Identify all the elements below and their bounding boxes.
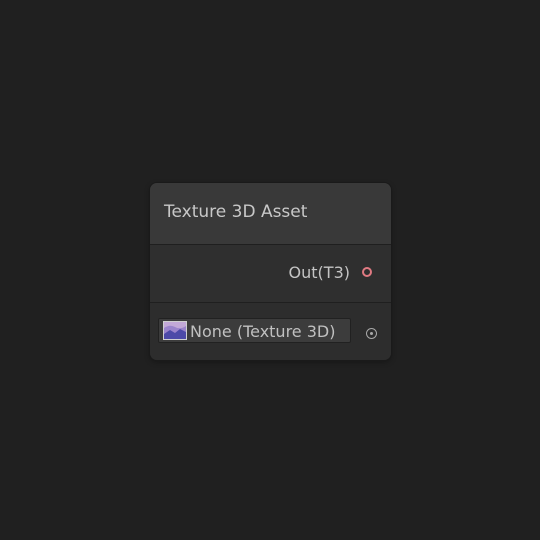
object-field-value: None (Texture 3D) [190, 322, 336, 341]
output-port-label: Out(T3) [288, 263, 350, 282]
output-port-row: Out(T3) [150, 245, 391, 303]
graph-canvas[interactable]: Texture 3D Asset Out(T3) None (Texture 3… [0, 0, 540, 540]
texture-3d-asset-node[interactable]: Texture 3D Asset Out(T3) None (Texture 3… [150, 183, 391, 360]
node-title: Texture 3D Asset [164, 202, 308, 222]
input-port-dot [369, 331, 373, 335]
texture-3d-object-field[interactable]: None (Texture 3D) [158, 318, 351, 343]
output-port-connector-icon[interactable] [362, 267, 372, 277]
texture-3d-icon [163, 321, 187, 340]
node-header[interactable]: Texture 3D Asset [150, 183, 391, 245]
input-port-connector-icon[interactable] [366, 328, 377, 339]
input-field-row: None (Texture 3D) [150, 303, 391, 360]
